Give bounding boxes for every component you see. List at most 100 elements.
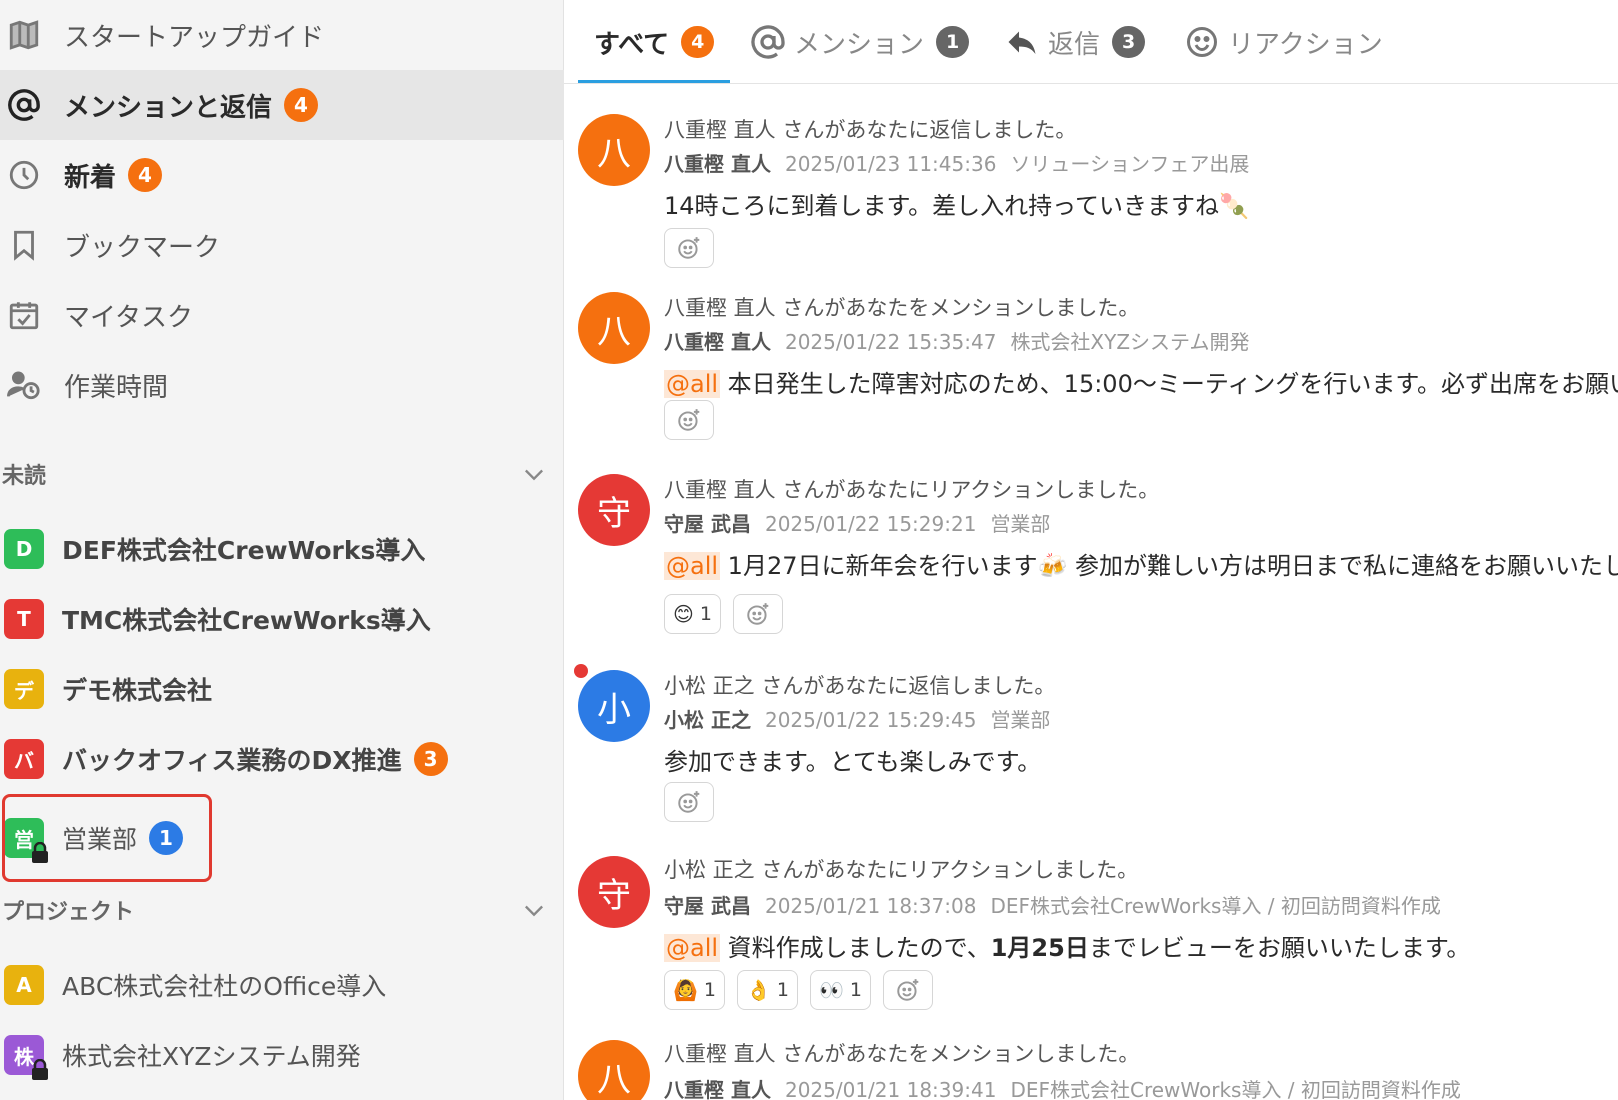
message-bold: 1月25日 xyxy=(990,934,1089,962)
avatar: 守 xyxy=(578,856,650,928)
count-badge: 4 xyxy=(128,158,163,192)
tab-label: リアクション xyxy=(1228,29,1383,60)
add-reaction-button[interactable] xyxy=(664,400,714,440)
channel-link[interactable]: ソリューションフェア出展 xyxy=(1010,152,1249,176)
notification-meta: 八重樫 直人 2025/01/23 11:45:36 ソリューションフェア出展 xyxy=(664,148,1249,177)
project-section-header[interactable]: プロジェクト xyxy=(0,888,564,932)
reactions xyxy=(664,228,714,268)
notification-item[interactable]: 八 八重樫 直人 さんがあなたをメンションしました。 八重樫 直人 2025/01… xyxy=(564,288,1618,458)
avatar: 八 xyxy=(578,114,650,186)
reaction-emoji: 👌 xyxy=(746,978,771,1002)
channel-avatar: デ xyxy=(4,669,44,709)
tab-all[interactable]: すべて 4 xyxy=(594,0,715,84)
nav-mentions-replies[interactable]: メンションと返信 4 xyxy=(0,70,564,140)
add-reaction-icon xyxy=(678,791,700,813)
add-reaction-button[interactable] xyxy=(664,228,714,268)
notification-summary: 小松 正之 さんがあなたにリアクションしました。 xyxy=(664,858,1139,882)
channel-avatar: バ xyxy=(4,739,44,779)
chevron-down-icon[interactable] xyxy=(520,896,548,924)
author-name: 小松 正之 xyxy=(664,708,751,732)
highlight-box xyxy=(2,794,212,882)
nav-label: マイタスク xyxy=(64,302,193,333)
nav-bookmark[interactable]: ブックマーク xyxy=(0,210,564,280)
reaction-pill[interactable]: 👌 1 xyxy=(737,970,798,1010)
message-text: @all 資料作成しましたので、1月25日までレビューをお願いいたします。 xyxy=(664,928,1470,963)
notification-item[interactable]: 守 八重樫 直人 さんがあなたにリアクションしました。 守屋 武昌 2025/01… xyxy=(564,470,1618,640)
reaction-emoji: 🙆 xyxy=(673,978,698,1002)
tab-label: メンション xyxy=(794,29,925,60)
channel-label: TMC株式会社CrewWorks導入 xyxy=(62,606,431,635)
channel-item[interactable]: T TMC株式会社CrewWorks導入 xyxy=(0,584,564,654)
notification-item[interactable]: 守 小松 正之 さんがあなたにリアクションしました。 守屋 武昌 2025/01/… xyxy=(564,852,1618,1022)
count-badge: 1 xyxy=(936,26,970,58)
message-content: 本日発生した障害対応のため、15:00～ミーティングを行います。必ず出席をお願い… xyxy=(727,370,1618,398)
add-reaction-icon xyxy=(897,979,919,1001)
nav-work-time[interactable]: 作業時間 xyxy=(0,350,564,420)
nav-my-task[interactable]: マイタスク xyxy=(0,280,564,350)
add-reaction-button[interactable] xyxy=(732,594,783,634)
tab-mention[interactable]: メンション 1 xyxy=(750,0,970,84)
channel-link[interactable]: 営業部 xyxy=(990,708,1050,732)
nav-startup-guide[interactable]: スタートアップガイド xyxy=(0,0,564,70)
unread-section-header[interactable]: 未読 xyxy=(0,452,564,496)
channel-link[interactable]: DEF株式会社CrewWorks導入 / 初回訪問資料作成 xyxy=(1010,1078,1460,1100)
add-reaction-button[interactable] xyxy=(664,782,714,822)
mention-tag[interactable]: @all xyxy=(664,552,721,580)
reactions xyxy=(664,782,714,822)
active-tab-indicator xyxy=(578,80,730,83)
nav-label: メンションと返信 xyxy=(64,92,273,123)
notification-item[interactable]: 八 八重樫 直人 さんがあなたに返信しました。 八重樫 直人 2025/01/23… xyxy=(564,110,1618,280)
add-reaction-icon xyxy=(747,603,769,625)
timestamp: 2025/01/22 15:35:47 xyxy=(784,330,997,354)
add-reaction-icon xyxy=(678,237,700,259)
lock-icon xyxy=(32,1059,48,1080)
channel-item[interactable]: デ デモ株式会社 xyxy=(0,654,564,724)
project-item[interactable]: A ABC株式会社杜のOffice導入 xyxy=(0,950,564,1020)
mention-tag[interactable]: @all xyxy=(664,934,721,962)
author-name: 八重樫 直人 xyxy=(664,1078,771,1100)
notification-summary: 八重樫 直人 さんがあなたをメンションしました。 xyxy=(664,296,1140,320)
notification-summary: 八重樫 直人 さんがあなたに返信しました。 xyxy=(664,118,1077,142)
notification-summary: 八重樫 直人 さんがあなたにリアクションしました。 xyxy=(664,478,1160,502)
count-badge: 3 xyxy=(1112,26,1146,58)
mention-tag[interactable]: @all xyxy=(664,370,721,398)
add-reaction-icon xyxy=(678,409,700,431)
nav-label: ブックマーク xyxy=(64,232,221,263)
reaction-pill[interactable]: 👀 1 xyxy=(810,970,871,1010)
reaction-pill[interactable]: 🙆 1 xyxy=(664,970,725,1010)
reaction-pill[interactable]: 😊 1 xyxy=(664,594,721,634)
message-text: 14時ころに到着します。差し入れ持っていきますね🍡 xyxy=(664,192,1249,220)
tab-label: すべて xyxy=(594,29,670,60)
add-reaction-button[interactable] xyxy=(883,970,933,1010)
channel-link[interactable]: 株式会社XYZシステム開発 xyxy=(1010,330,1249,354)
channel-label: バックオフィス業務のDX推進 xyxy=(62,746,402,775)
calendar-check-icon xyxy=(6,297,42,333)
notification-item[interactable]: 八 八重樫 直人 さんがあなたをメンションしました。 八重樫 直人 2025/01… xyxy=(564,1036,1618,1100)
nav-new[interactable]: 新着 4 xyxy=(0,140,564,210)
author-name: 守屋 武昌 xyxy=(664,512,751,536)
project-item[interactable]: 株 株式会社XYZシステム開発 xyxy=(0,1020,564,1090)
map-icon xyxy=(6,17,42,53)
chevron-down-icon[interactable] xyxy=(520,460,548,488)
notification-item[interactable]: 小 小松 正之 さんがあなたに返信しました。 小松 正之 2025/01/22 1… xyxy=(564,656,1618,826)
channel-item[interactable]: バ バックオフィス業務のDX推進 3 xyxy=(0,724,564,794)
avatar: 八 xyxy=(578,292,650,364)
count-badge: 4 xyxy=(681,26,715,58)
tab-reply[interactable]: 返信 3 xyxy=(1004,0,1146,84)
channel-label: デモ株式会社 xyxy=(62,676,213,705)
tab-label: 返信 xyxy=(1048,29,1101,60)
tab-reaction[interactable]: リアクション xyxy=(1184,0,1383,84)
message-text: @all 1月27日に新年会を行います🍻 参加が難しい方は明日まで私に連絡をお願… xyxy=(664,546,1618,581)
reactions xyxy=(664,400,714,440)
channel-item[interactable]: D DEF株式会社CrewWorks導入 xyxy=(0,514,564,584)
reaction-emoji: 👀 xyxy=(819,978,844,1002)
channel-link[interactable]: 営業部 xyxy=(990,512,1050,536)
message-content: 1月27日に新年会を行います🍻 参加が難しい方は明日まで私に連絡をお願いいたしま… xyxy=(720,552,1618,580)
timestamp: 2025/01/22 15:29:21 xyxy=(764,512,977,536)
notification-meta: 八重樫 直人 2025/01/21 18:39:41 DEF株式会社CrewWork… xyxy=(664,1074,1461,1100)
project-avatar: A xyxy=(4,965,44,1005)
message-text: @all 本日発生した障害対応のため、15:00～ミーティングを行います。必ず出… xyxy=(664,364,1618,399)
channel-link[interactable]: DEF株式会社CrewWorks導入 / 初回訪問資料作成 xyxy=(990,894,1440,918)
section-title: 未読 xyxy=(2,464,47,489)
message-text: 参加できます。とても楽しみです。 xyxy=(664,748,1042,776)
